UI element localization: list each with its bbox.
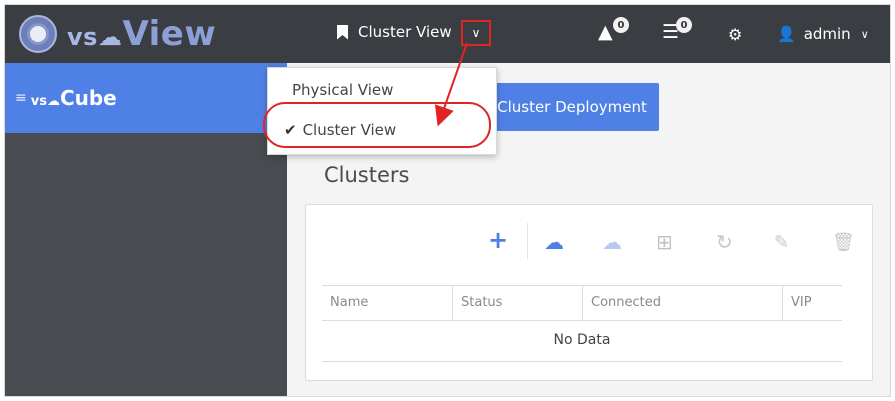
logo-name: View: [122, 14, 217, 54]
refresh-icon: ↻: [716, 230, 733, 254]
view-switcher[interactable]: Cluster View: [337, 23, 452, 41]
user-name: admin: [803, 25, 851, 43]
warning-icon: ▲: [598, 21, 613, 43]
column-header-name[interactable]: Name: [322, 286, 452, 320]
app-logo: vs☁View: [19, 13, 216, 55]
sidebar-header[interactable]: ≡ vs☁Cube: [5, 63, 287, 133]
view-dropdown-toggle[interactable]: ∨: [461, 20, 491, 46]
alerts-count-badge: 0: [613, 17, 629, 33]
add-node-icon: ⊞: [656, 230, 673, 254]
column-header-connected[interactable]: Connected: [582, 286, 782, 320]
tasks-count-badge: 0: [676, 17, 692, 33]
clusters-panel: + ☁ ☁ ⊞ ↻ ✎ 🗑 Name Status Connected VIP …: [305, 204, 873, 381]
current-view-label: Cluster View: [358, 23, 452, 41]
alerts-button[interactable]: ▲: [598, 21, 613, 43]
add-cluster-button[interactable]: +: [488, 226, 508, 254]
gears-icon: ⚙: [728, 25, 743, 44]
logo-prefix: vs: [67, 23, 98, 51]
sidebar-cloud-icon: ☁: [46, 94, 60, 109]
download-button[interactable]: ☁: [602, 230, 622, 254]
empty-table-message: No Data: [322, 319, 842, 362]
refresh-button[interactable]: ↻: [716, 230, 733, 254]
app-window: vs☁View Cluster View ▲ 0 ☰ 0 ⚙ 👤 admin ∨…: [4, 4, 891, 397]
cluster-deployment-button[interactable]: Cluster Deployment: [485, 83, 659, 131]
user-icon: 👤: [777, 25, 796, 43]
settings-button[interactable]: ⚙: [728, 25, 742, 44]
highlight-annotation: [263, 102, 491, 148]
table-header: Name Status Connected VIP: [322, 285, 842, 321]
user-menu[interactable]: 👤 admin ∨: [777, 25, 869, 43]
chevron-down-icon: ∨: [471, 26, 481, 40]
sidebar-brand-name: Cube: [59, 86, 117, 110]
sidebar: ≡ vs☁Cube: [5, 63, 287, 396]
menu-item-label: Physical View: [292, 81, 394, 99]
column-header-status[interactable]: Status: [452, 286, 582, 320]
trash-icon: 🗑: [832, 232, 855, 253]
top-bar: vs☁View Cluster View ▲ 0 ☰ 0 ⚙ 👤 admin ∨: [5, 5, 890, 63]
page-title: Clusters: [324, 163, 410, 187]
add-node-button[interactable]: ⊞: [656, 230, 673, 254]
upload-button[interactable]: ☁: [544, 230, 564, 254]
edit-button[interactable]: ✎: [774, 232, 789, 253]
bookmark-icon: [337, 24, 348, 40]
toolbar-divider: [527, 223, 528, 259]
sidebar-brand-prefix: vs: [30, 94, 47, 109]
cloud-download-icon: ☁: [602, 230, 622, 254]
cloud-upload-icon: ☁: [544, 230, 564, 254]
menu-icon: ≡: [15, 90, 27, 106]
column-header-vip[interactable]: VIP: [782, 286, 842, 320]
delete-button[interactable]: 🗑: [832, 232, 855, 253]
plus-icon: +: [488, 226, 509, 254]
chevron-down-icon: ∨: [860, 27, 869, 41]
logo-cloud-icon: ☁: [97, 23, 123, 51]
logo-globe-icon: [19, 15, 57, 53]
pencil-icon: ✎: [774, 232, 790, 253]
